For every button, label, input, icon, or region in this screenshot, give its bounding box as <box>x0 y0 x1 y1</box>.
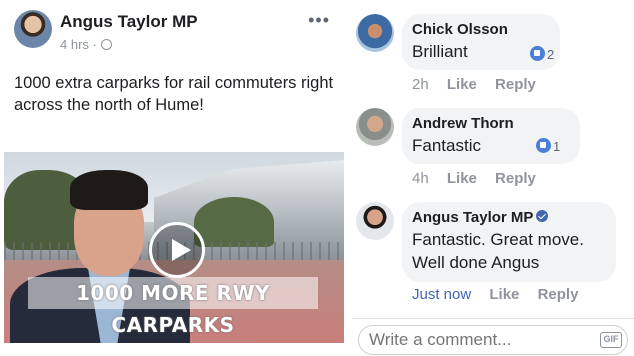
commenter-avatar[interactable] <box>356 14 394 52</box>
gif-button[interactable]: GIF <box>600 332 622 348</box>
post-video[interactable]: 1000 MORE RWY CARPARKS <box>4 152 344 343</box>
facebook-post: Angus Taylor MP 4 hrs · ••• 1000 extra c… <box>0 0 346 356</box>
comment-input[interactable] <box>358 325 628 355</box>
video-caption: 1000 MORE RWY CARPARKS <box>28 277 318 337</box>
globe-icon <box>100 39 112 50</box>
comment-actions: 2h Like Reply <box>412 76 550 93</box>
like-reaction-icon <box>536 138 551 153</box>
like-button[interactable]: Like <box>489 286 519 303</box>
like-reaction-icon <box>530 46 545 61</box>
comment-author[interactable]: Angus Taylor MP <box>412 209 533 226</box>
comment-actions: 4h Like Reply <box>412 170 550 187</box>
comment-bubble: Andrew Thorn Fantastic <box>402 108 580 164</box>
post-meta: 4 hrs · <box>60 37 112 52</box>
like-button[interactable]: Like <box>447 170 477 187</box>
comment-time[interactable]: 4h <box>412 170 429 187</box>
comment-actions: Just now Like Reply <box>412 286 592 303</box>
comment-text-line-2: Well done Angus <box>412 253 540 272</box>
comment: Chick Olsson Brilliant 2 2h Like Reply <box>352 10 634 100</box>
comment-time[interactable]: Just now <box>412 286 471 303</box>
play-icon[interactable] <box>149 222 205 278</box>
comment: Andrew Thorn Fantastic 1 4h Like Reply <box>352 104 634 194</box>
comment-author-row: Angus Taylor MP <box>412 208 606 228</box>
post-header: Angus Taylor MP 4 hrs · ••• <box>14 10 334 54</box>
post-author-name[interactable]: Angus Taylor MP <box>60 12 198 32</box>
commenter-avatar[interactable] <box>356 202 394 240</box>
comment-author[interactable]: Chick Olsson <box>412 20 550 40</box>
comment-time[interactable]: 2h <box>412 76 429 93</box>
reaction-count[interactable]: 2 <box>530 46 554 62</box>
video-trees-2 <box>194 197 274 247</box>
post-text: 1000 extra carparks for rail commuters r… <box>14 74 334 114</box>
reaction-count[interactable]: 1 <box>536 138 560 154</box>
commenter-avatar[interactable] <box>356 108 394 146</box>
author-avatar[interactable] <box>14 10 52 48</box>
reply-button[interactable]: Reply <box>495 170 536 187</box>
comment: Angus Taylor MP Fantastic. Great move. W… <box>352 198 634 314</box>
more-dots-icon[interactable]: ••• <box>308 10 330 31</box>
post-timestamp[interactable]: 4 hrs <box>60 37 89 52</box>
comment-composer: GIF <box>352 318 634 356</box>
verified-badge-icon <box>536 210 549 222</box>
reply-button[interactable]: Reply <box>495 76 536 93</box>
like-button[interactable]: Like <box>447 76 477 93</box>
comment-bubble: Angus Taylor MP Fantastic. Great move. W… <box>402 202 616 282</box>
comment-author[interactable]: Andrew Thorn <box>412 114 570 134</box>
reply-button[interactable]: Reply <box>538 286 579 303</box>
meta-separator: · <box>92 37 97 52</box>
comment-text-line-1: Fantastic. Great move. <box>412 230 584 249</box>
comments-panel: Chick Olsson Brilliant 2 2h Like Reply A… <box>352 0 634 356</box>
